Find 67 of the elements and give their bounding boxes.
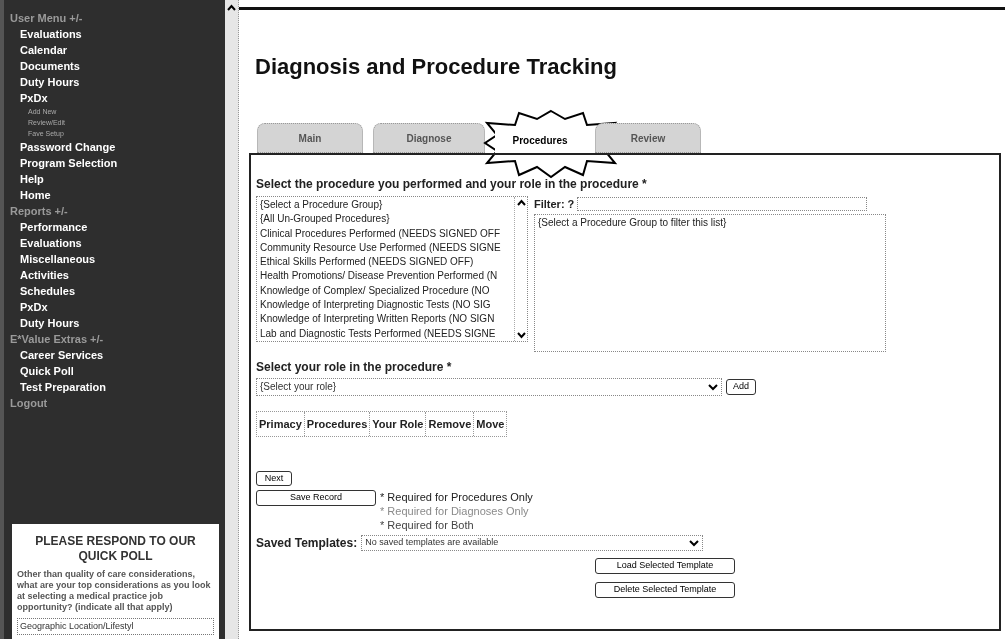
column-header: Remove [425,411,474,436]
tab[interactable]: Review [595,123,701,153]
load-template-button[interactable]: Load Selected Template [595,558,735,574]
filter-field[interactable] [577,197,868,212]
procedure-option[interactable]: {Select a Procedure Group to filter this list} [538,215,727,230]
scroll-up-icon[interactable] [227,4,236,11]
menu-link[interactable]: Help [10,171,221,187]
procedure-group-option[interactable]: Clinical Procedures Performed (NEEDS SIGNED OFF [260,226,514,241]
procedure-group-option[interactable]: Lab and Diagnostic Tests Performed (NEEDS SIGNE [260,326,514,341]
menu-link[interactable]: Password Change [10,139,221,155]
procedure-group-option[interactable]: Knowledge of Interpreting Diagnostic Tests (NO SIG [260,298,514,313]
menu-link[interactable]: Documents [10,58,221,74]
procedure-group-option[interactable]: Community Resource Use Performed (NEEDS SIGNE [260,240,514,256]
add-button[interactable]: Add [726,378,756,395]
requirement-note: * Required for Both [380,518,475,532]
menu-link[interactable]: Performance [10,219,221,235]
procedure-list[interactable]: {Select a Procedure Group to filter this list} [534,213,886,352]
procedure-group-option[interactable]: {Select a Procedure Group} [260,198,514,213]
menu-link[interactable]: PxDx [10,299,221,315]
poll-question: Other than quality of care considerations, what are your top considerations as you look at selecting a medical practice job opportunity? (indicate all that apply) [17,568,212,613]
menu-section-link[interactable]: Reports +/- [10,203,221,219]
menu-link[interactable]: Career Services [10,347,221,363]
menu-link[interactable]: Evaluations [10,26,221,42]
procedure-group-option[interactable]: Health Promotions/ Disease Prevention Performed (N [260,269,514,284]
procedure-group-option[interactable]: Knowledge of Complex/ Specialized Procedure (NO [260,283,514,299]
requirement-note: * Required for Procedures Only [380,490,533,504]
column-header: Procedures [303,411,370,436]
column-header: Move [473,411,507,436]
menu-link[interactable]: Program Selection [10,155,221,171]
role-prompt: Select your role in the procedure * [256,358,453,376]
menu-link[interactable]: Duty Hours [10,315,221,331]
menu-section-link[interactable]: E*Value Extras +/- [10,331,221,347]
scroll-up-icon[interactable] [516,199,526,206]
procedure-prompt: Select the procedure you performed and your role in the procedure * [256,176,648,193]
filter-label: Filter: ? [534,197,575,212]
menu-link[interactable]: Evaluations [10,235,221,251]
tab[interactable]: Diagnose [373,123,485,153]
menu-link[interactable]: Calendar [10,42,221,58]
menu-link[interactable]: Home [10,187,221,203]
scrollbar[interactable] [225,0,239,639]
templates-select[interactable]: No saved templates are available [361,535,704,551]
menu-section-link[interactable]: Logout [10,395,221,411]
procedure-group-option[interactable]: Knowledge of Interpreting Written Reports (NO SIGN [260,312,514,327]
menu-link[interactable]: Activities [10,267,221,283]
requirement-note: * Required for Diagnoses Only [380,504,530,518]
role-select[interactable]: {Select your role} [256,377,722,396]
tab[interactable]: Main [257,123,363,153]
menu-link[interactable]: Duty Hours [10,74,221,90]
procedure-group-option[interactable]: {All Un-Grouped Procedures} [260,212,514,227]
poll-title: PLEASE RESPOND TO OUR QUICK POLL [34,533,197,564]
menu-link[interactable]: Test Preparation [10,379,221,395]
save-record-button[interactable]: Save Record [256,490,376,506]
menu-link[interactable]: Quick Poll [10,363,221,379]
templates-label: Saved Templates: [256,535,358,552]
menu-section-link[interactable]: User Menu +/- [10,10,221,26]
column-header: Your Role [369,411,426,436]
scroll-down-icon[interactable] [516,332,526,339]
column-header: Primacy [258,416,303,432]
poll-option[interactable]: Geographic Location/Lifestyl [17,617,214,635]
menu-link[interactable]: Schedules [10,283,221,299]
next-button[interactable]: Next [256,471,292,486]
delete-template-button[interactable]: Delete Selected Template [595,582,735,598]
procedure-group-option[interactable]: Ethical Skills Performed (NEEDS SIGNED OFF) [260,255,514,270]
menu-link[interactable]: Miscellaneous [10,251,221,267]
page-title: Diagnosis and Procedure Tracking [255,53,618,81]
procedure-group-list[interactable] [256,196,528,342]
menu-link[interactable]: PxDx [10,90,221,106]
